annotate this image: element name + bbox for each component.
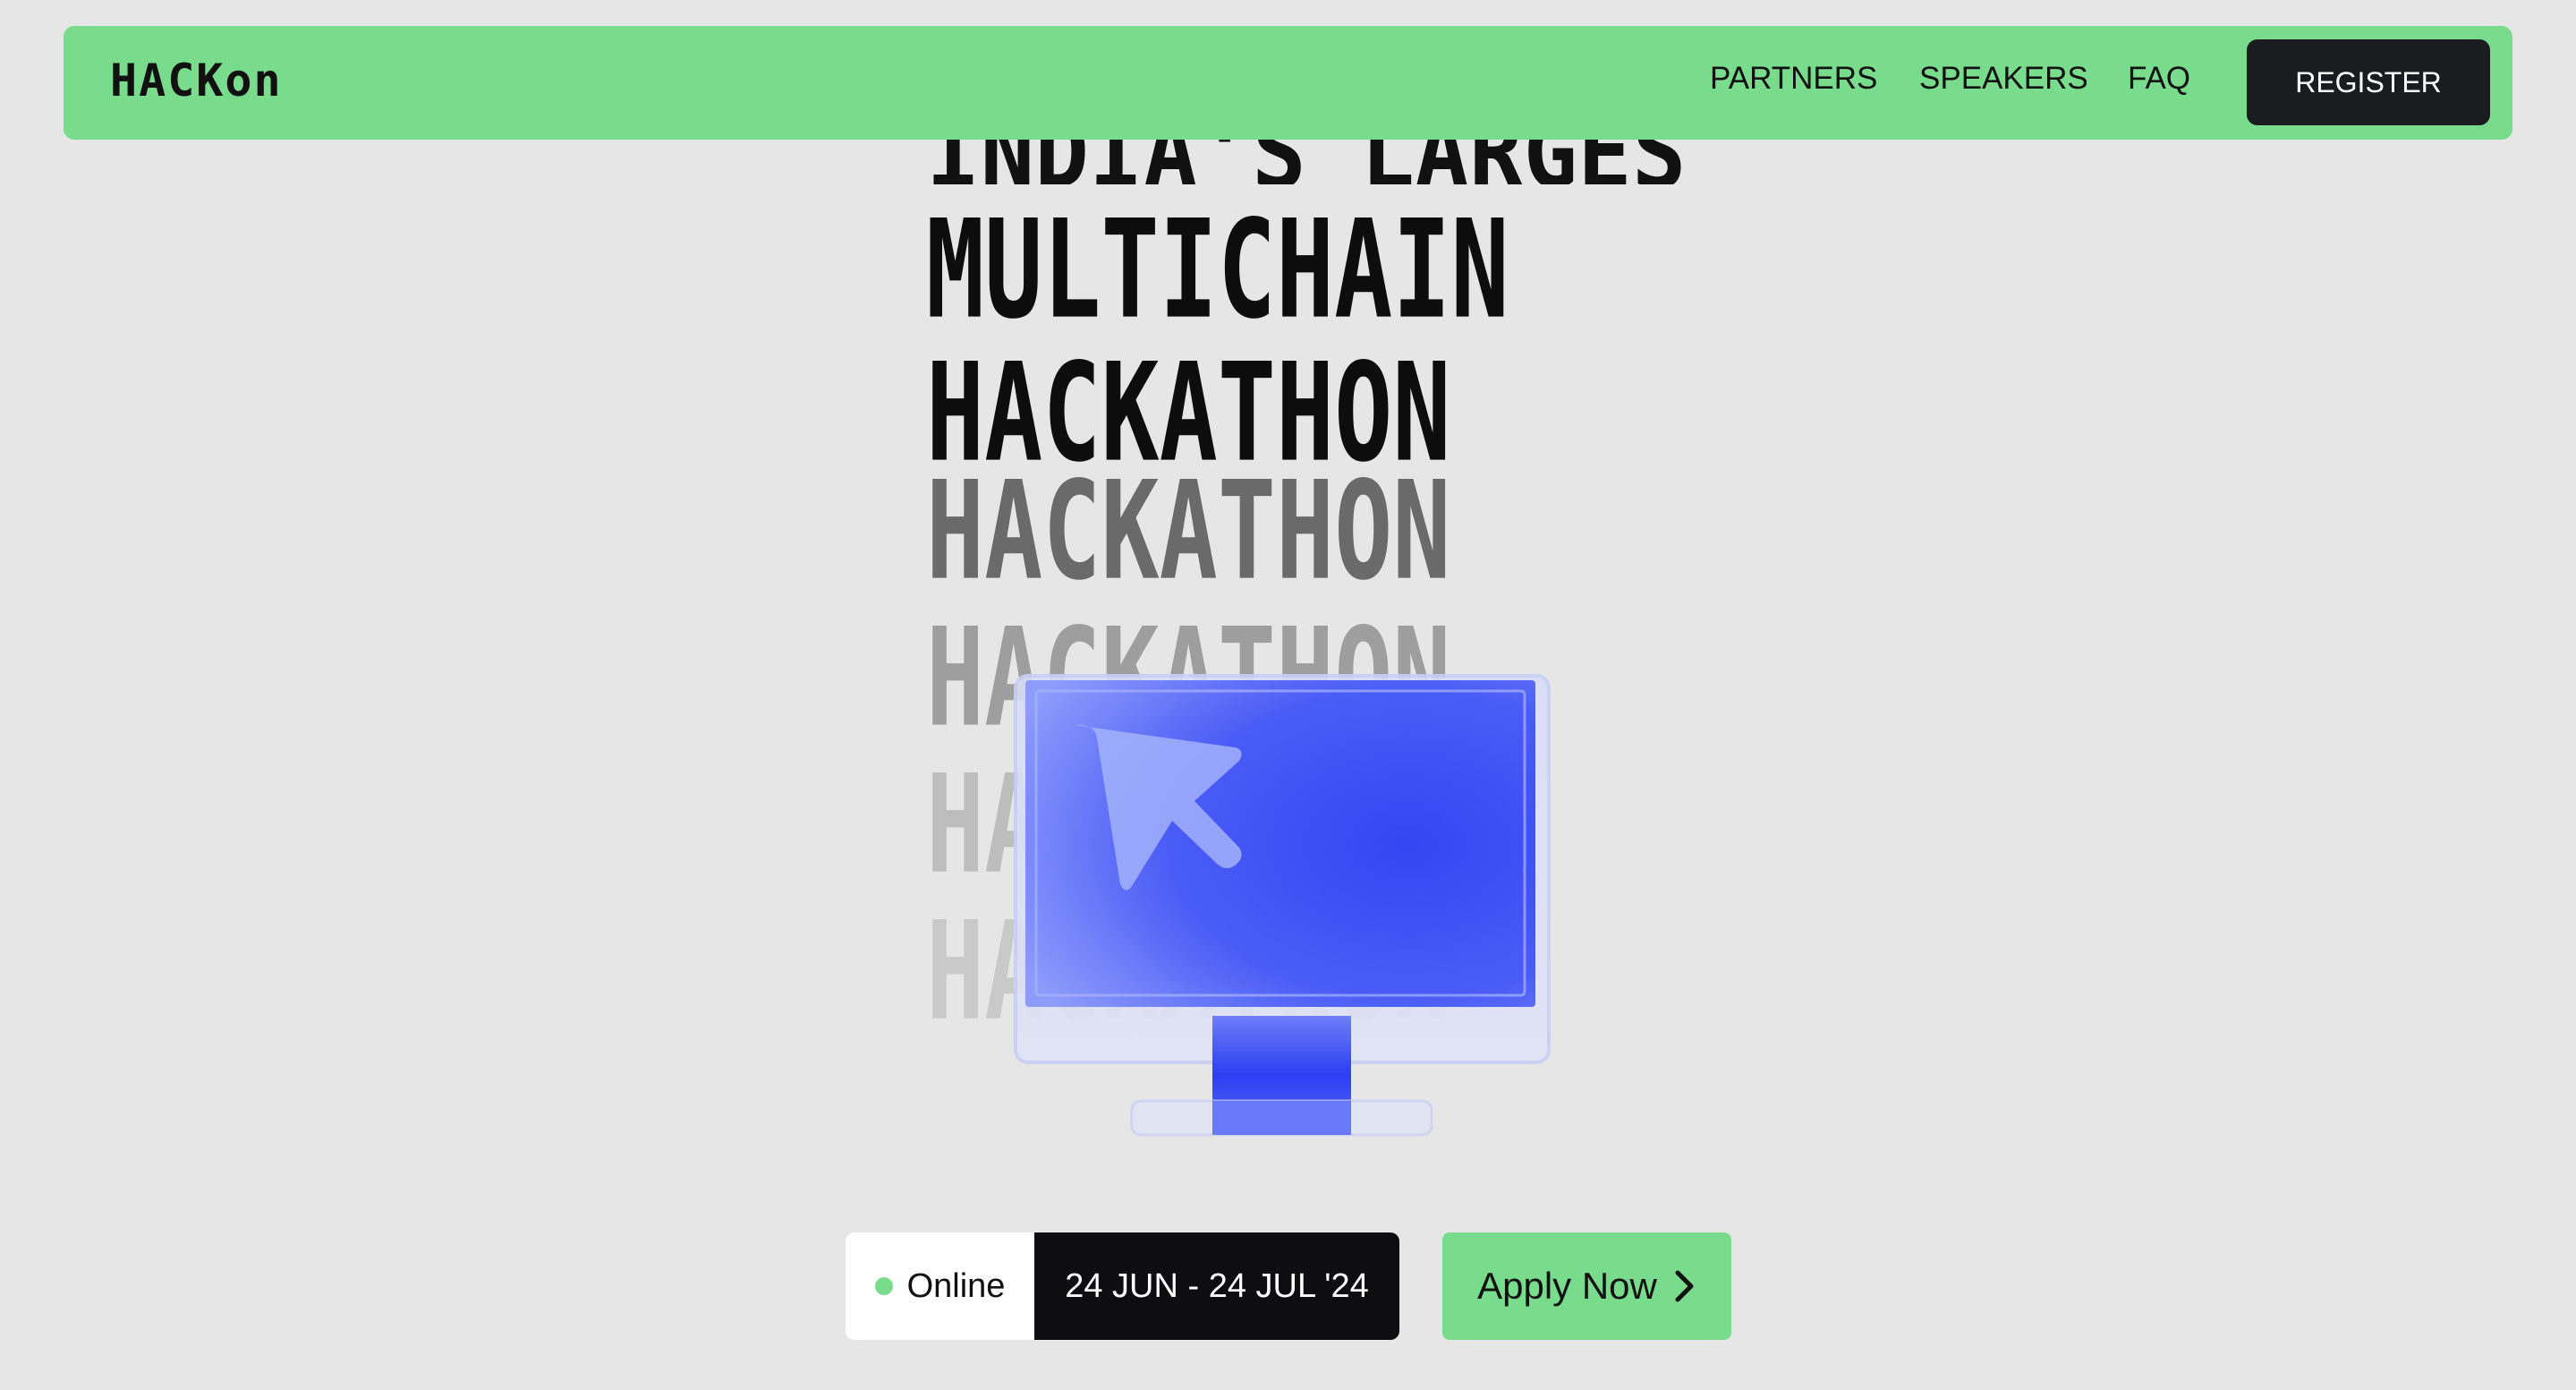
event-mode-badge: Online (846, 1232, 1034, 1340)
hero-title-line-clipped: INDIA'S LARGEST (895, 140, 1700, 184)
status-dot-icon (874, 1277, 893, 1295)
hero-echo-1: HACKATHON (926, 452, 1451, 611)
chevron-right-icon (1675, 1270, 1694, 1302)
apply-now-button[interactable]: Apply Now (1442, 1232, 1731, 1340)
event-dates: 24 JUN - 24 JUL '24 (1034, 1232, 1399, 1340)
apply-now-label: Apply Now (1477, 1265, 1657, 1307)
register-button[interactable]: REGISTER (2247, 39, 2490, 125)
event-mode-label: Online (906, 1266, 1006, 1305)
hero-title-multichain: MULTICHAIN (926, 191, 1509, 350)
nav-link-speakers[interactable]: SPEAKERS (1919, 63, 2088, 94)
event-info-pill: Online 24 JUN - 24 JUL '24 (846, 1232, 1399, 1340)
top-navbar: HACKon PARTNERS SPEAKERS FAQ REGISTER (64, 26, 2512, 140)
hackon-logo[interactable]: HACKon (110, 58, 283, 103)
hero-title-india-largest: INDIA'S LARGEST (926, 140, 1700, 184)
computer-monitor-illustration (1014, 674, 1551, 1137)
nav-link-faq[interactable]: FAQ (2128, 63, 2190, 94)
nav-link-partners[interactable]: PARTNERS (1710, 63, 1877, 94)
